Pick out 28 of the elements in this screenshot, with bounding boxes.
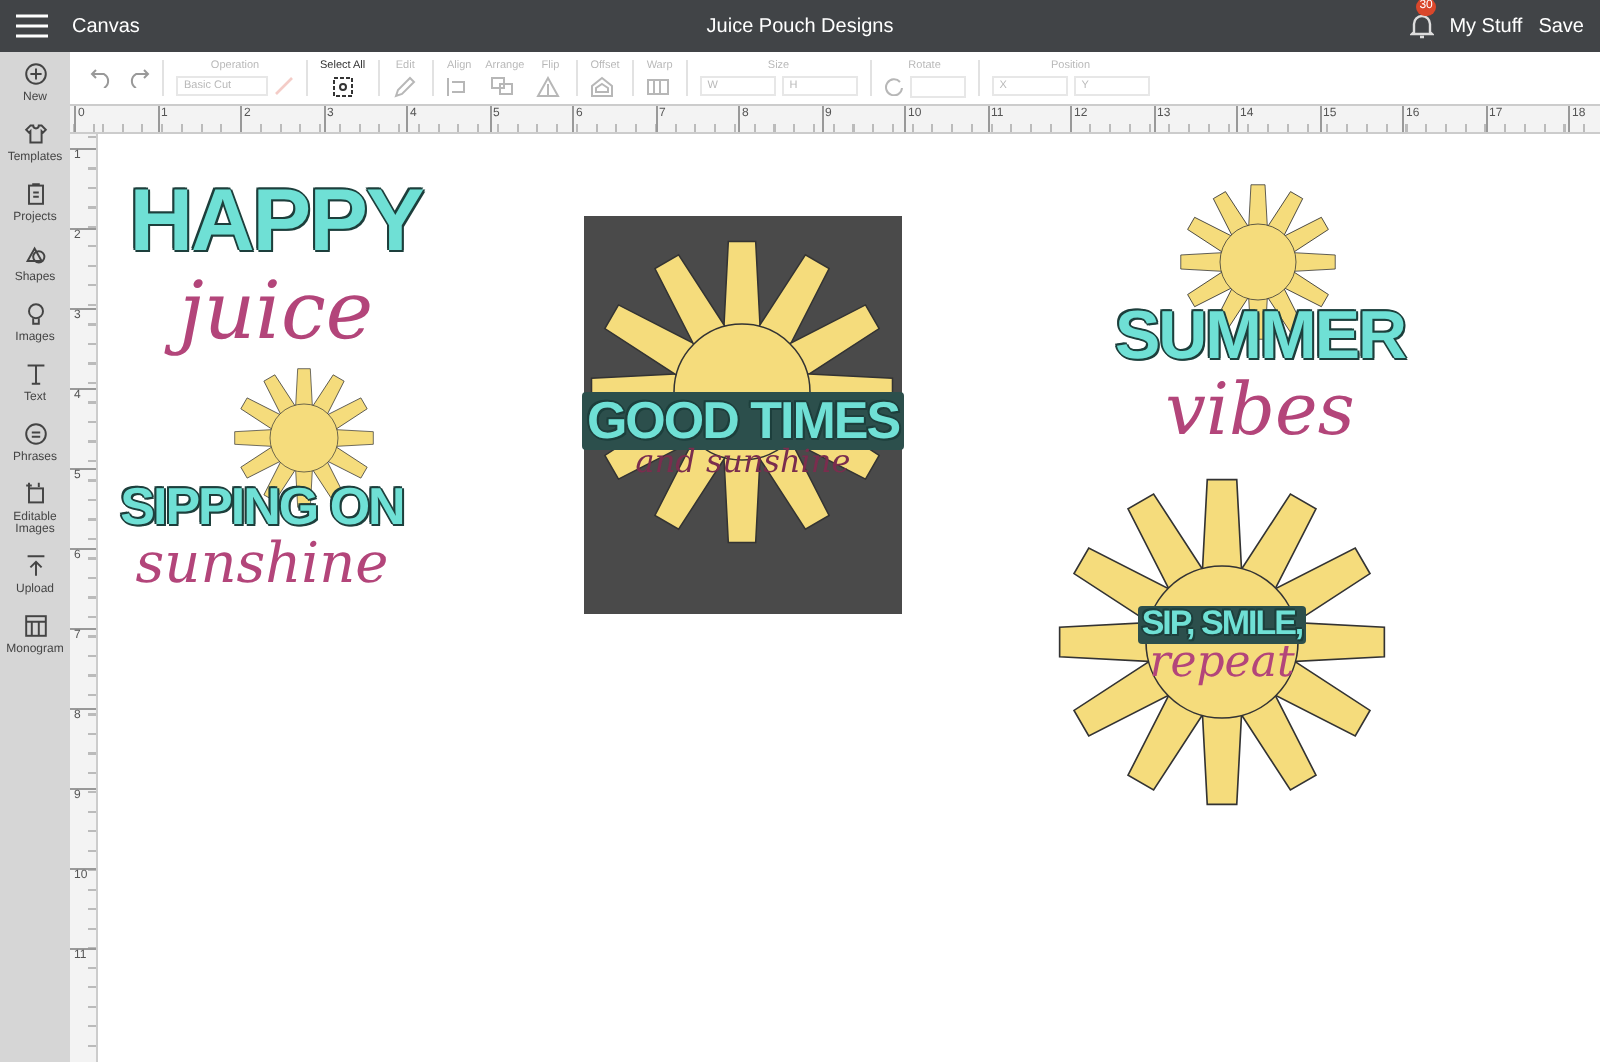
grid-icon	[645, 75, 674, 97]
design-title: GOOD TIMES	[582, 392, 904, 450]
plus-circle-icon	[21, 60, 49, 88]
select-icon	[328, 75, 357, 97]
design[interactable]: SIPPING ON sunshine	[114, 366, 410, 594]
shirt-icon	[21, 120, 49, 148]
monogram-icon	[21, 612, 49, 640]
pencil-icon	[391, 75, 420, 97]
undo-icon[interactable]	[90, 68, 114, 88]
rotate-icon	[883, 76, 904, 96]
offset-icon	[590, 75, 619, 97]
design[interactable]: SUMMER vibes	[1108, 184, 1412, 452]
design[interactable]: SIP, SMILE, repeat	[1058, 478, 1386, 806]
my-stuff-link[interactable]: My Stuff	[1449, 15, 1523, 37]
image-edit-icon	[21, 480, 49, 508]
design-title: SIP, SMILE,	[1137, 606, 1307, 644]
speech-bubble-icon	[21, 420, 49, 448]
design[interactable]: HAPPY juice	[126, 174, 426, 366]
rotate-field[interactable]	[909, 75, 966, 97]
layers-icon	[490, 75, 519, 97]
canvas-label: Canvas	[72, 15, 140, 37]
redo-icon[interactable]	[126, 68, 150, 88]
triangle-icon	[536, 75, 565, 97]
menu-icon[interactable]	[16, 14, 48, 38]
bell-icon[interactable]	[1409, 12, 1434, 40]
project-title: Juice Pouch Designs	[706, 15, 894, 37]
pen-icon	[274, 76, 294, 96]
save-button[interactable]: Save	[1538, 15, 1584, 37]
